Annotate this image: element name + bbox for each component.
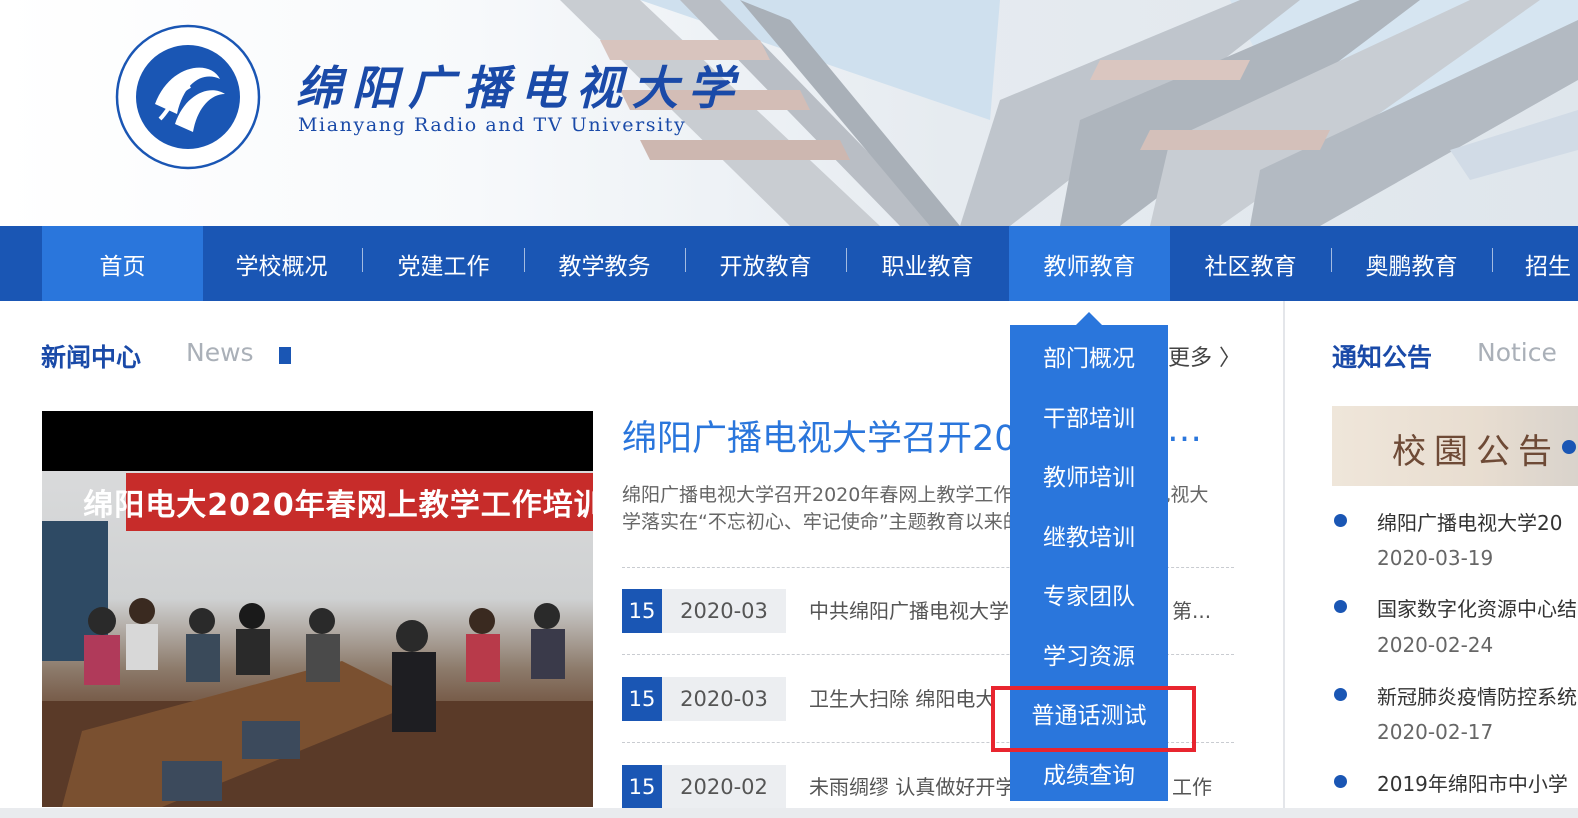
news-headline[interactable]: 绵阳广播电视大学召开20 — [622, 410, 1017, 461]
dropdown-item-expert-team[interactable]: 专家团队 — [1010, 564, 1168, 624]
notice-section-title: 通知公告 — [1332, 343, 1433, 372]
nav-item-teacher-education[interactable]: 教师教育 — [1009, 226, 1170, 301]
dropdown-item-continuing-education[interactable]: 继教培训 — [1010, 505, 1168, 565]
highlight-box — [991, 686, 1196, 752]
notice-item-title[interactable]: 绵阳广播电视大学20 — [1377, 507, 1562, 536]
meeting-people-illustration — [42, 598, 593, 807]
news-item-title-tail: 工作 — [1172, 775, 1212, 799]
dropdown-item-teacher-training[interactable]: 教师培训 — [1010, 445, 1168, 505]
news-photo[interactable]: 绵阳电大2020年春网上教学工作培训会 — [42, 411, 593, 807]
notice-item-title[interactable]: 2019年绵阳市中小学 — [1377, 768, 1568, 797]
bullet-icon — [1334, 514, 1347, 527]
news-headline-ellipsis: … — [1167, 410, 1202, 450]
news-year-month: 2020-03 — [662, 589, 786, 633]
notice-item-date: 2020-03-19 — [1377, 546, 1494, 570]
nav-item-home[interactable]: 首页 — [42, 226, 203, 301]
news-section-subtitle: News — [186, 338, 254, 367]
nav-item-school-overview[interactable]: 学校概况 — [201, 226, 362, 301]
news-item-title[interactable]: 未雨绸缪 认真做好开学 — [809, 765, 1015, 809]
horizontal-scrollbar[interactable] — [0, 808, 1578, 818]
notice-banner-text: 校園公告 — [1392, 432, 1560, 472]
notice-banner-image[interactable]: 校園公告 — [1332, 406, 1578, 486]
news-day: 15 — [622, 589, 662, 633]
university-name-cn: 绵阳广播电视大学 — [296, 61, 744, 115]
news-item-title[interactable]: 卫生大扫除 绵阳电大 — [809, 677, 995, 721]
news-title-marker — [279, 347, 291, 364]
nav-item-aopeng-education[interactable]: 奥鹏教育 — [1331, 226, 1492, 301]
dropdown-item-cadre-training[interactable]: 干部培训 — [1010, 386, 1168, 446]
news-year-month: 2020-03 — [662, 677, 786, 721]
nav-item-admissions[interactable]: 招生 — [1493, 226, 1578, 301]
main-nav: 首页 学校概况 党建工作 教学教务 开放教育 职业教育 教师教育 社区教育 奥鹏… — [0, 226, 1578, 301]
bullet-icon — [1334, 600, 1347, 613]
bullet-icon — [1334, 688, 1347, 701]
dropdown-item-learning-resources[interactable]: 学习资源 — [1010, 624, 1168, 684]
news-more-link[interactable]: 更多 〉 — [1168, 340, 1241, 372]
notice-item-title[interactable]: 新冠肺炎疫情防控系统 — [1377, 681, 1577, 710]
nav-item-open-education[interactable]: 开放教育 — [685, 226, 846, 301]
header-banner: 绵阳广播电视大学 Mianyang Radio and TV Universit… — [0, 0, 1578, 226]
news-item-title[interactable]: 中共绵阳广播电视大学 — [809, 589, 1009, 633]
bullet-icon — [1334, 775, 1347, 788]
news-year-month: 2020-02 — [662, 765, 786, 809]
university-seal-logo[interactable] — [115, 24, 261, 170]
nav-item-party-building[interactable]: 党建工作 — [363, 226, 524, 301]
news-section-title: 新闻中心 — [41, 343, 142, 372]
nav-item-community-education[interactable]: 社区教育 — [1170, 226, 1331, 301]
notice-banner-dot — [1562, 440, 1576, 454]
notice-item-date: 2020-02-17 — [1377, 720, 1494, 744]
notice-section-subtitle: Notice — [1477, 338, 1557, 367]
nav-item-teaching-affairs[interactable]: 教学教务 — [524, 226, 685, 301]
column-divider — [1283, 301, 1285, 818]
notice-item-title[interactable]: 国家数字化资源中心结 — [1377, 593, 1577, 622]
news-day: 15 — [622, 677, 662, 721]
university-name-en: Mianyang Radio and TV University — [298, 114, 687, 136]
dropdown-caret-icon — [1076, 312, 1102, 325]
news-item-title-tail: 第... — [1172, 599, 1212, 623]
dropdown-item-department-overview[interactable]: 部门概况 — [1010, 326, 1168, 386]
nav-item-vocational-education[interactable]: 职业教育 — [847, 226, 1008, 301]
news-day: 15 — [622, 765, 662, 809]
notice-item-date: 2020-02-24 — [1377, 633, 1494, 657]
dropdown-item-score-query[interactable]: 成绩查询 — [1010, 743, 1168, 803]
